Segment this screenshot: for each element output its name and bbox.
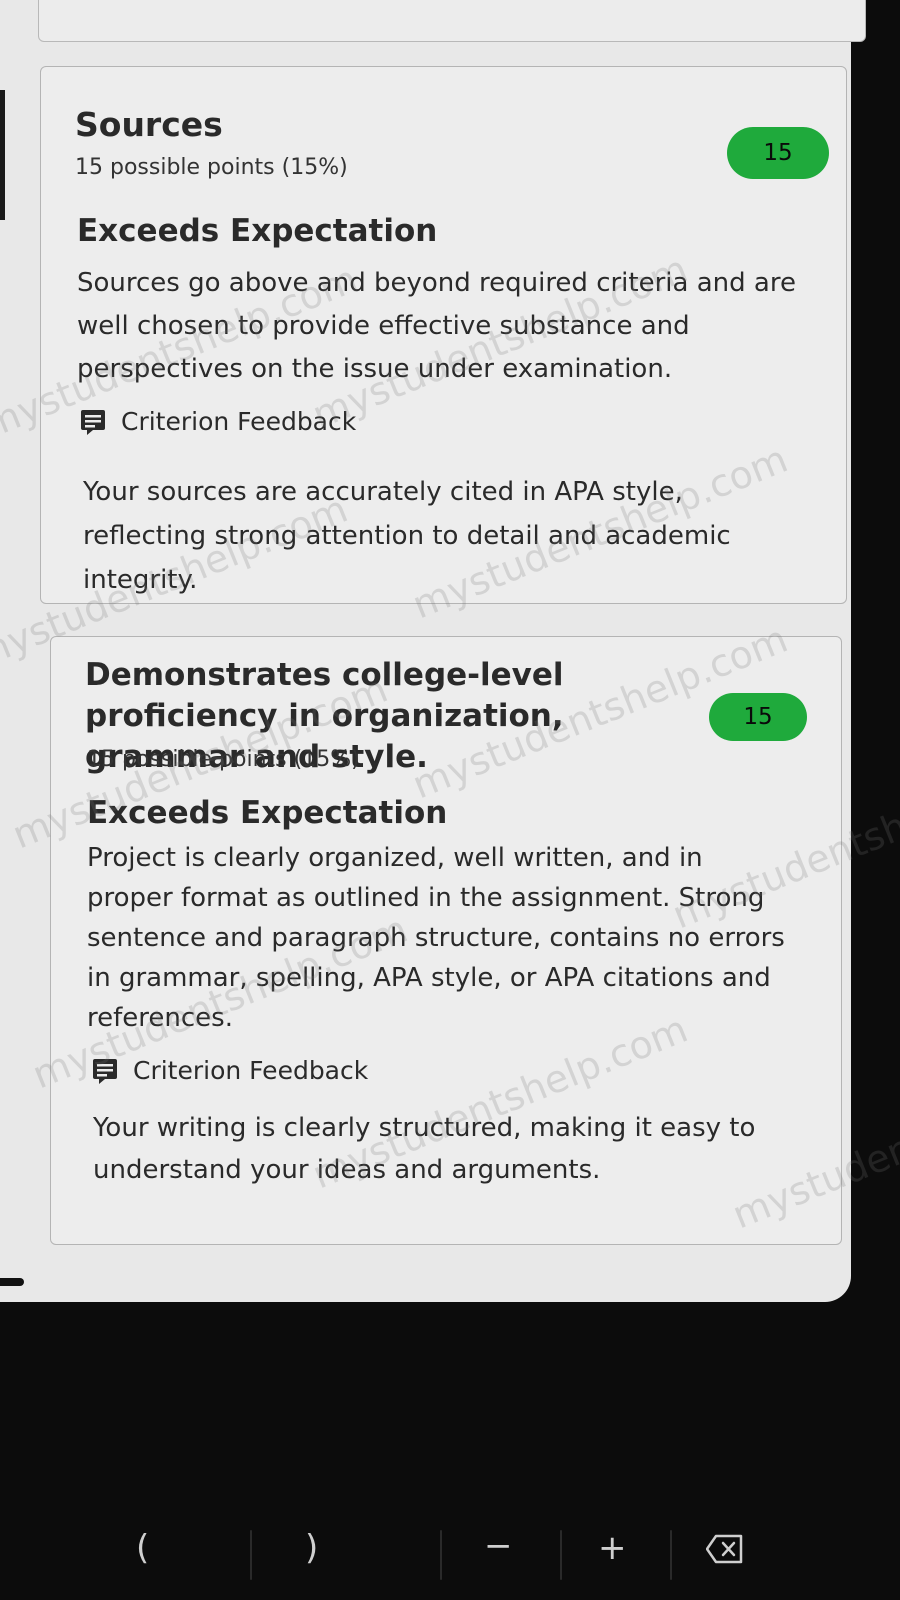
key-open-paren[interactable]: ( <box>136 1528 149 1568</box>
feedback-icon <box>93 1058 117 1084</box>
criterion-card-sources: Sources 15 possible points (15%) 15 Exce… <box>40 66 847 604</box>
rating-description: Project is clearly organized, well writt… <box>87 843 785 1033</box>
rating-description: Sources go above and beyond required cri… <box>77 268 796 384</box>
feedback-label: Criterion Feedback <box>133 1056 369 1085</box>
edge-shadow <box>0 90 5 220</box>
previous-criterion-card <box>38 0 866 42</box>
key-separator <box>670 1530 672 1580</box>
rating-title: Exceeds Expectation <box>77 213 438 249</box>
backspace-icon[interactable] <box>706 1534 744 1564</box>
key-separator <box>560 1530 562 1580</box>
score-badge: 15 <box>727 127 829 179</box>
key-separator <box>440 1530 442 1580</box>
criterion-feedback-header: Criterion Feedback <box>91 1056 368 1085</box>
possible-points: 15 possible points (15%) <box>87 747 360 772</box>
feedback-text: Your writing is clearly structured, maki… <box>93 1113 756 1185</box>
feedback-label: Criterion Feedback <box>121 407 357 436</box>
possible-points: 15 possible points (15%) <box>75 155 348 180</box>
key-close-paren[interactable]: ) <box>305 1528 318 1568</box>
keyboard-row: ( ) − + <box>0 1520 900 1590</box>
criterion-card-proficiency: Demonstrates college-level proficiency i… <box>50 636 842 1245</box>
feedback-text: Your sources are accurately cited in APA… <box>83 477 731 595</box>
feedback-icon <box>81 409 105 435</box>
criterion-title: Sources <box>75 105 223 144</box>
score-badge: 15 <box>709 693 807 741</box>
criterion-feedback-header: Criterion Feedback <box>79 407 356 436</box>
scroll-indicator <box>0 1278 24 1286</box>
key-separator <box>250 1530 252 1580</box>
rating-title: Exceeds Expectation <box>87 795 448 831</box>
key-minus[interactable]: − <box>484 1526 513 1566</box>
rubric-screen: Sources 15 possible points (15%) 15 Exce… <box>0 0 900 1302</box>
key-plus[interactable]: + <box>598 1528 627 1568</box>
